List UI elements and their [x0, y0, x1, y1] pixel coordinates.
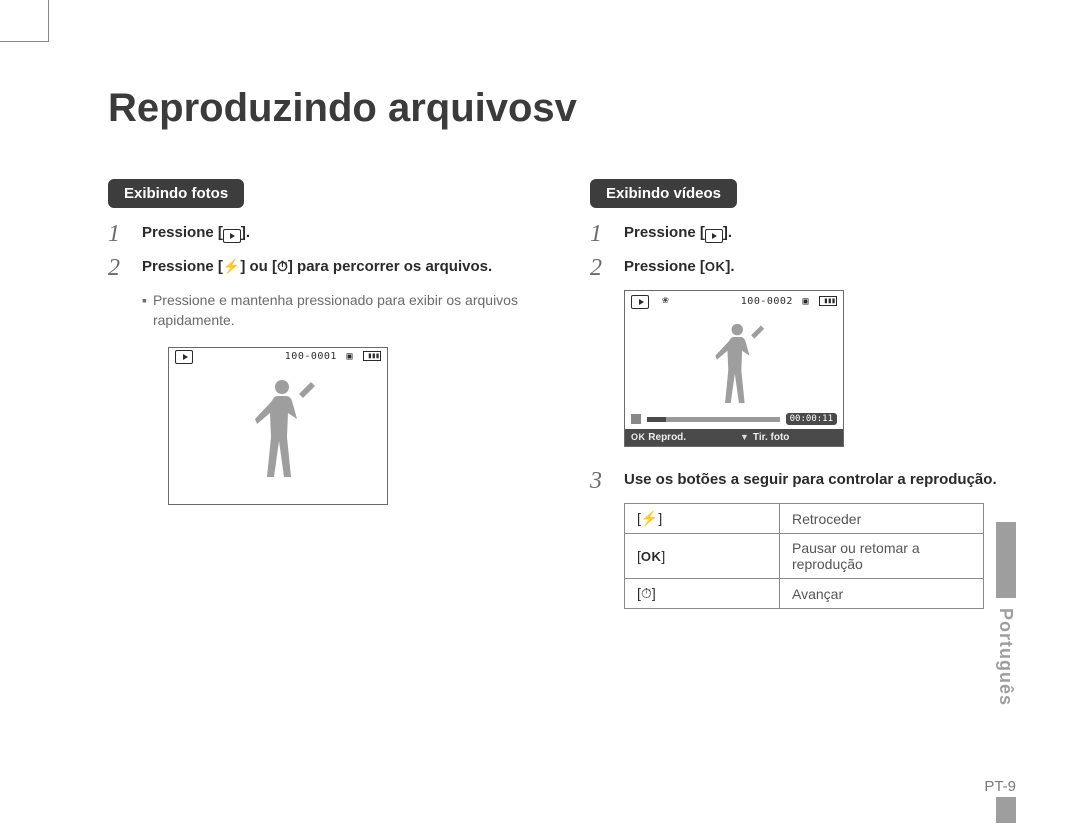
step-text: Pressione []. — [142, 222, 250, 246]
section-videos: Exibindo vídeos 1 Pressione []. 2 Pressi… — [590, 179, 1016, 609]
lcd-content — [169, 366, 387, 504]
folder-icon — [346, 351, 353, 362]
softkey-right: Tir. foto — [734, 429, 843, 446]
battery-icon — [363, 351, 381, 361]
step-text: Pressione [OK]. — [624, 256, 735, 280]
step-number: 2 — [590, 256, 612, 280]
step-number: 2 — [108, 256, 130, 280]
lcd-preview-video: 100-0002 00:00:11 OK R — [624, 290, 844, 447]
page-title: Reproduzindo arquivosv — [108, 86, 1016, 131]
file-number: 100-0001 — [285, 351, 337, 362]
pill-photos: Exibindo fotos — [108, 179, 244, 208]
control-key: [] — [625, 579, 780, 609]
softkey-left: OK Reprod. — [625, 429, 734, 446]
videos-step-3: 3 Use os botões a seguir para controlar … — [590, 469, 1016, 493]
bullet-icon: ▪ — [142, 290, 147, 331]
section-photos: Exibindo fotos 1 Pressione []. 2 Pressio… — [108, 179, 534, 609]
lcd-preview-photo: 100-0001 — [168, 347, 388, 505]
progress-track — [647, 417, 780, 422]
playback-icon — [705, 229, 723, 243]
playback-icon — [631, 295, 649, 309]
control-value: Retroceder — [780, 504, 984, 534]
videos-step-2: 2 Pressione [OK]. — [590, 256, 1016, 280]
chevron-down-icon — [740, 432, 753, 443]
folder-icon — [802, 296, 809, 307]
language-marker — [996, 522, 1016, 598]
control-key: [] — [625, 504, 780, 534]
videos-step-1: 1 Pressione []. — [590, 222, 1016, 246]
time-badge: 00:00:11 — [786, 413, 837, 425]
language-label: Português — [995, 598, 1016, 706]
step-number: 1 — [590, 222, 612, 246]
flower-icon — [662, 295, 669, 306]
lcd-content: 00:00:11 — [625, 311, 843, 429]
language-tab: Português — [995, 522, 1016, 706]
person-silhouette — [239, 374, 317, 504]
control-value: Pausar ou retomar a reprodução — [780, 534, 984, 579]
playback-icon — [223, 229, 241, 243]
flash-icon — [641, 510, 658, 526]
photos-subnote: ▪ Pressione e mantenha pressionado para … — [142, 290, 534, 331]
photos-step-2: 2 Pressione [] ou [] para percorrer os a… — [108, 256, 534, 280]
controls-table: [] Retroceder [OK] Pausar ou retomar a r… — [624, 503, 984, 609]
person-silhouette — [701, 319, 767, 425]
lcd-softkeys: OK Reprod. Tir. foto — [625, 429, 843, 446]
step-number: 1 — [108, 222, 130, 246]
file-number: 100-0002 — [741, 296, 793, 307]
lcd-status-bar: 100-0002 — [625, 291, 843, 311]
battery-icon — [819, 296, 837, 306]
stop-icon — [631, 414, 641, 424]
table-row: [] Retroceder — [625, 504, 984, 534]
manual-page: Reproduzindo arquivosv Exibindo fotos 1 … — [108, 86, 1016, 795]
pill-videos: Exibindo vídeos — [590, 179, 737, 208]
timer-icon — [277, 258, 288, 275]
ok-icon: OK — [705, 259, 726, 274]
lcd-status-bar: 100-0001 — [169, 348, 387, 366]
step-text: Pressione [] ou [] para percorrer os arq… — [142, 256, 492, 280]
ok-icon: OK — [641, 549, 662, 564]
control-value: Avançar — [780, 579, 984, 609]
timer-icon — [641, 585, 652, 601]
step-number: 3 — [590, 469, 612, 493]
footer-marker — [996, 797, 1016, 823]
control-key: [OK] — [625, 534, 780, 579]
step-text: Use os botões a seguir para controlar a … — [624, 469, 997, 493]
table-row: [OK] Pausar ou retomar a reprodução — [625, 534, 984, 579]
step-text: Pressione []. — [624, 222, 732, 246]
photos-step-1: 1 Pressione []. — [108, 222, 534, 246]
page-number: PT-9 — [984, 778, 1016, 795]
playback-icon — [175, 350, 193, 364]
flash-icon — [223, 258, 240, 275]
table-row: [] Avançar — [625, 579, 984, 609]
video-progress: 00:00:11 — [631, 413, 837, 425]
